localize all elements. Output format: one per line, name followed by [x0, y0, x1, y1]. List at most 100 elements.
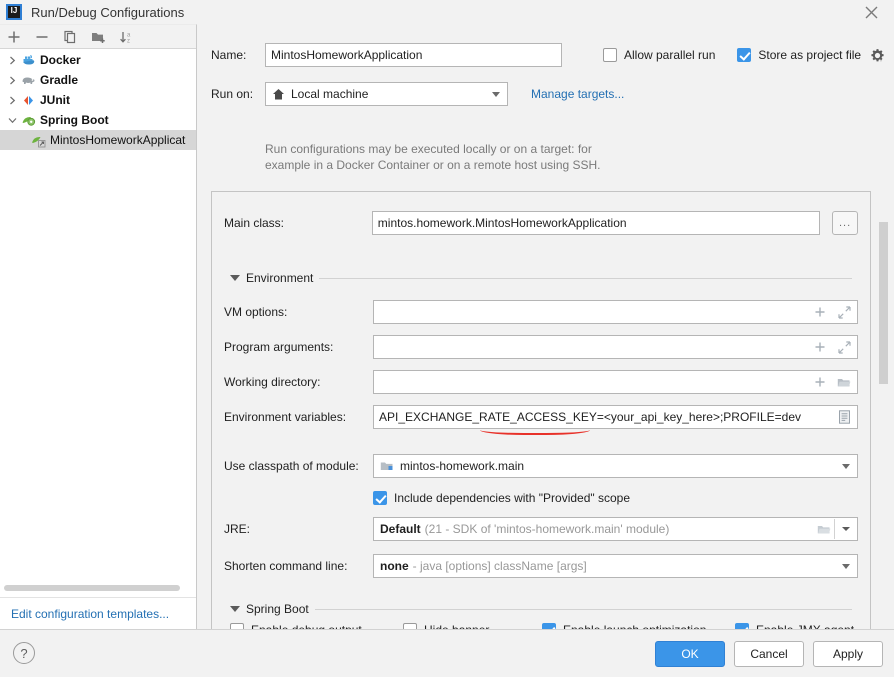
tree-node-gradle[interactable]: Gradle — [0, 70, 196, 90]
main-class-browse-button[interactable]: ... — [832, 211, 858, 235]
folder-icon[interactable] — [817, 518, 831, 540]
folder-icon[interactable] — [833, 371, 855, 393]
apply-button[interactable]: Apply — [813, 641, 883, 667]
jre-value-default: Default — [380, 522, 421, 536]
program-arguments-row: Program arguments: — [224, 335, 858, 359]
tree-node-junit[interactable]: JUnit — [0, 90, 196, 110]
name-row: Name: MintosHomeworkApplication Allow pa… — [211, 43, 885, 67]
classpath-module-label: Use classpath of module: — [224, 459, 359, 473]
classpath-module-value: mintos-homework.main — [400, 459, 525, 473]
spring-boot-leaf-icon — [20, 112, 36, 128]
plus-icon[interactable] — [809, 336, 831, 358]
scrollbar-thumb[interactable] — [879, 222, 888, 384]
dialog-buttons: OK Cancel Apply — [655, 641, 883, 667]
environment-variables-input[interactable]: API_EXCHANGE_RATE_ACCESS_KEY=<your_api_k… — [373, 405, 858, 429]
configurations-tree[interactable]: Docker Gradle JUnit Spring Boot MintosHo… — [0, 50, 196, 575]
run-on-value: Local machine — [291, 87, 369, 101]
jre-value-detail: (21 - SDK of 'mintos-homework.main' modu… — [424, 522, 670, 536]
chevron-right-icon[interactable] — [4, 72, 20, 88]
checkbox-box[interactable] — [603, 48, 617, 62]
tree-node-spring-boot[interactable]: Spring Boot — [0, 110, 196, 130]
allow-parallel-run-checkbox[interactable]: Allow parallel run — [603, 48, 715, 62]
environment-variables-label: Environment variables: — [224, 410, 347, 424]
tree-node-mintos-homework-application[interactable]: MintosHomeworkApplicat — [0, 130, 196, 150]
close-icon[interactable] — [848, 0, 894, 24]
working-directory-label: Working directory: — [224, 375, 321, 389]
chevron-down-icon[interactable] — [835, 518, 857, 540]
spring-boot-section-header[interactable]: Spring Boot — [230, 602, 852, 616]
chevron-down-icon[interactable] — [4, 112, 20, 128]
classpath-module-row: Use classpath of module: mintos-homework… — [224, 454, 858, 478]
copy-icon[interactable] — [56, 26, 84, 48]
run-on-combo[interactable]: Local machine — [265, 82, 508, 106]
environment-variables-value: API_EXCHANGE_RATE_ACCESS_KEY=<your_api_k… — [379, 410, 801, 424]
title-bar: Run/Debug Configurations — [0, 0, 894, 24]
section-divider — [319, 277, 852, 279]
chevron-down-icon[interactable] — [835, 555, 857, 577]
junit-icon — [20, 92, 36, 108]
section-divider — [314, 608, 852, 610]
plus-icon[interactable] — [0, 26, 28, 48]
chevron-right-icon[interactable] — [4, 92, 20, 108]
run-debug-configurations-dialog: Run/Debug Configurations — [0, 0, 894, 677]
shorten-command-line-combo[interactable]: none - java [options] className [args] — [373, 554, 858, 578]
environment-section-header[interactable]: Environment — [230, 271, 852, 285]
configurations-toolbar: a z — [0, 25, 196, 49]
ok-button-label: OK — [681, 647, 699, 661]
edit-list-icon[interactable] — [833, 406, 855, 428]
include-provided-scope-label: Include dependencies with "Provided" sco… — [394, 491, 631, 505]
sort-alphabetically-icon[interactable]: a z — [112, 26, 140, 48]
cancel-button[interactable]: Cancel — [734, 641, 804, 667]
tree-node-label: MintosHomeworkApplicat — [50, 133, 186, 147]
program-arguments-input[interactable] — [373, 335, 858, 359]
name-input[interactable]: MintosHomeworkApplication — [265, 43, 562, 67]
jre-label: JRE: — [224, 522, 251, 536]
tree-node-label: JUnit — [40, 93, 70, 107]
working-directory-input[interactable] — [373, 370, 858, 394]
module-icon — [380, 460, 394, 473]
checkbox-box[interactable] — [373, 491, 387, 505]
left-panel-footer: Edit configuration templates... — [0, 597, 196, 629]
spring-boot-run-config-icon — [30, 132, 46, 148]
manage-targets-link[interactable]: Manage targets... — [531, 87, 624, 101]
store-as-project-file-checkbox[interactable]: Store as project file — [737, 48, 885, 63]
vm-options-input[interactable] — [373, 300, 858, 324]
intellij-idea-logo-icon — [6, 4, 22, 20]
help-button-label: ? — [20, 645, 28, 661]
expand-icon[interactable] — [833, 301, 855, 323]
plus-icon[interactable] — [809, 301, 831, 323]
jre-row: JRE: Default (21 - SDK of 'mintos-homewo… — [224, 517, 858, 541]
chevron-down-icon[interactable] — [835, 455, 857, 477]
chevron-down-icon[interactable] — [485, 83, 507, 105]
main-class-input[interactable]: mintos.homework.MintosHomeworkApplicatio… — [371, 211, 821, 235]
triangle-down-icon[interactable] — [230, 606, 240, 612]
program-arguments-label: Program arguments: — [224, 340, 334, 354]
expand-icon[interactable] — [833, 336, 855, 358]
ok-button[interactable]: OK — [655, 641, 725, 667]
run-on-help-text: Run configurations may be executed local… — [265, 141, 695, 173]
edit-configuration-templates-link[interactable]: Edit configuration templates... — [11, 607, 169, 621]
gear-icon[interactable] — [870, 48, 885, 63]
help-line-1: Run configurations may be executed local… — [265, 142, 592, 156]
help-button[interactable]: ? — [13, 642, 35, 664]
jre-combo[interactable]: Default (21 - SDK of 'mintos-homework.ma… — [373, 517, 858, 541]
shorten-command-line-label: Shorten command line: — [224, 559, 348, 573]
tree-node-docker[interactable]: Docker — [0, 50, 196, 70]
run-on-row: Run on: Local machine Manage targets... — [211, 82, 624, 106]
tree-node-label: Spring Boot — [40, 113, 109, 127]
include-provided-scope-checkbox[interactable]: Include dependencies with "Provided" sco… — [373, 491, 630, 505]
shorten-command-line-row: Shorten command line: none - java [optio… — [224, 554, 858, 578]
triangle-down-icon[interactable] — [230, 275, 240, 281]
shorten-value-none: none — [380, 559, 409, 573]
checkbox-box[interactable] — [737, 48, 752, 62]
content-vertical-scrollbar[interactable] — [879, 200, 888, 630]
classpath-module-combo[interactable]: mintos-homework.main — [373, 454, 858, 478]
chevron-right-icon[interactable] — [4, 52, 20, 68]
configuration-details-panel: Name: MintosHomeworkApplication Allow pa… — [197, 24, 894, 629]
plus-icon[interactable] — [809, 371, 831, 393]
left-panel-horizontal-scrollbar[interactable] — [4, 585, 180, 591]
cancel-button-label: Cancel — [750, 647, 788, 661]
folder-add-icon[interactable] — [84, 26, 112, 48]
minus-icon[interactable] — [28, 26, 56, 48]
tree-node-label: Gradle — [40, 73, 79, 87]
